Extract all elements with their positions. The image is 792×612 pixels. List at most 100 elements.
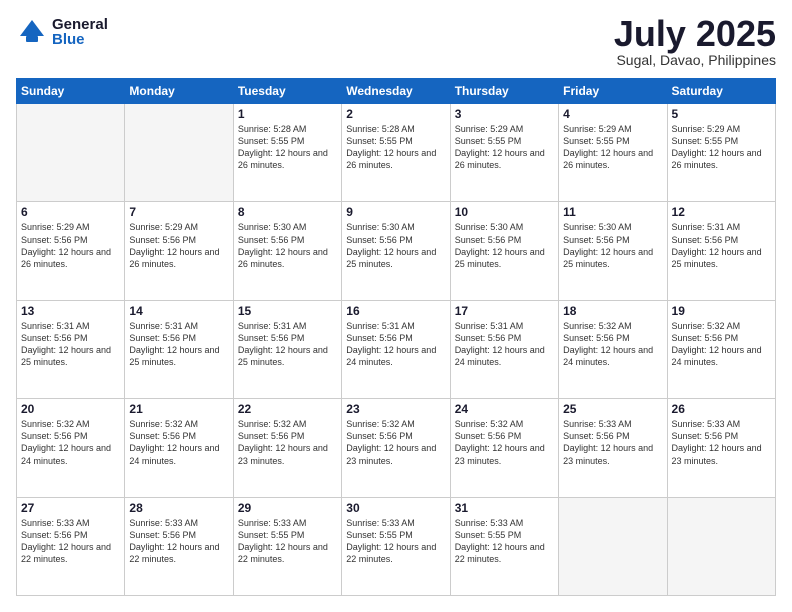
day-number: 8: [238, 205, 337, 219]
calendar-table: Sunday Monday Tuesday Wednesday Thursday…: [16, 78, 776, 596]
sunrise-text: Sunrise: 5:28 AM: [346, 124, 415, 134]
calendar-cell: 5Sunrise: 5:29 AMSunset: 5:55 PMDaylight…: [667, 104, 775, 202]
sunrise-text: Sunrise: 5:33 AM: [129, 518, 198, 528]
daylight-text: Daylight: 12 hours and 23 minutes.: [346, 443, 436, 465]
sunrise-text: Sunrise: 5:30 AM: [346, 222, 415, 232]
day-info: Sunrise: 5:32 AMSunset: 5:56 PMDaylight:…: [563, 320, 662, 369]
day-info: Sunrise: 5:29 AMSunset: 5:55 PMDaylight:…: [563, 123, 662, 172]
day-info: Sunrise: 5:29 AMSunset: 5:56 PMDaylight:…: [21, 221, 120, 270]
daylight-text: Daylight: 12 hours and 26 minutes.: [346, 148, 436, 170]
calendar-week-3: 13Sunrise: 5:31 AMSunset: 5:56 PMDayligh…: [17, 300, 776, 398]
calendar-cell: 19Sunrise: 5:32 AMSunset: 5:56 PMDayligh…: [667, 300, 775, 398]
sunset-text: Sunset: 5:56 PM: [563, 235, 630, 245]
daylight-text: Daylight: 12 hours and 22 minutes.: [455, 542, 545, 564]
sunrise-text: Sunrise: 5:29 AM: [455, 124, 524, 134]
daylight-text: Daylight: 12 hours and 22 minutes.: [21, 542, 111, 564]
day-info: Sunrise: 5:33 AMSunset: 5:56 PMDaylight:…: [21, 517, 120, 566]
month-year-title: July 2025: [614, 16, 776, 52]
day-info: Sunrise: 5:30 AMSunset: 5:56 PMDaylight:…: [238, 221, 337, 270]
daylight-text: Daylight: 12 hours and 24 minutes.: [346, 345, 436, 367]
page: General Blue July 2025 Sugal, Davao, Phi…: [0, 0, 792, 612]
daylight-text: Daylight: 12 hours and 26 minutes.: [238, 247, 328, 269]
sunrise-text: Sunrise: 5:33 AM: [455, 518, 524, 528]
calendar-cell: 4Sunrise: 5:29 AMSunset: 5:55 PMDaylight…: [559, 104, 667, 202]
day-number: 4: [563, 107, 662, 121]
calendar-cell: 10Sunrise: 5:30 AMSunset: 5:56 PMDayligh…: [450, 202, 558, 300]
daylight-text: Daylight: 12 hours and 25 minutes.: [346, 247, 436, 269]
daylight-text: Daylight: 12 hours and 25 minutes.: [129, 345, 219, 367]
sunrise-text: Sunrise: 5:29 AM: [563, 124, 632, 134]
sunset-text: Sunset: 5:55 PM: [563, 136, 630, 146]
daylight-text: Daylight: 12 hours and 25 minutes.: [21, 345, 111, 367]
calendar-cell: 17Sunrise: 5:31 AMSunset: 5:56 PMDayligh…: [450, 300, 558, 398]
col-monday: Monday: [125, 79, 233, 104]
sunrise-text: Sunrise: 5:32 AM: [455, 419, 524, 429]
col-saturday: Saturday: [667, 79, 775, 104]
daylight-text: Daylight: 12 hours and 25 minutes.: [563, 247, 653, 269]
day-info: Sunrise: 5:32 AMSunset: 5:56 PMDaylight:…: [455, 418, 554, 467]
daylight-text: Daylight: 12 hours and 26 minutes.: [129, 247, 219, 269]
sunset-text: Sunset: 5:56 PM: [21, 235, 88, 245]
sunrise-text: Sunrise: 5:33 AM: [672, 419, 741, 429]
calendar-cell: 24 Sunrise: 5:32 AMSunset: 5:56 PMDayligh…: [450, 399, 558, 497]
sunset-text: Sunset: 5:56 PM: [455, 235, 522, 245]
calendar-cell: 29 Sunrise: 5:33 AMSunset: 5:55 PMDayligh…: [233, 497, 341, 595]
daylight-text: Daylight: 12 hours and 26 minutes.: [455, 148, 545, 170]
calendar-cell: 11 Sunrise: 5:30 AM Sunset: 5:56 PM Dayligh…: [559, 202, 667, 300]
day-info: Sunrise: 5:31 AMSunset: 5:56 PMDaylight:…: [129, 320, 228, 369]
sunset-text: Sunset: 5:55 PM: [455, 136, 522, 146]
day-number: 31: [455, 501, 554, 515]
sunrise-text: Sunrise: 5:31 AM: [455, 321, 524, 331]
header: General Blue July 2025 Sugal, Davao, Phi…: [16, 16, 776, 68]
calendar-cell: 21Sunrise: 5:32 AMSunset: 5:56 PMDayligh…: [125, 399, 233, 497]
day-info: Sunrise: 5:28 AMSunset: 5:55 PMDaylight:…: [346, 123, 445, 172]
day-number: 20: [21, 402, 120, 416]
daylight-text: Daylight: 12 hours and 26 minutes.: [672, 148, 762, 170]
sunset-text: Sunset: 5:55 PM: [455, 530, 522, 540]
calendar-week-5: 27 Sunrise: 5:33 AMSunset: 5:56 PMDayligh…: [17, 497, 776, 595]
sunrise-text: Sunrise: 5:32 AM: [129, 419, 198, 429]
location-text: Sugal, Davao, Philippines: [614, 52, 776, 68]
day-info: Sunrise: 5:33 AMSunset: 5:56 PMDaylight:…: [563, 418, 662, 467]
calendar-cell: 26Sunrise: 5:33 AMSunset: 5:56 PMDayligh…: [667, 399, 775, 497]
calendar-cell: 28Sunrise: 5:33 AMSunset: 5:56 PMDayligh…: [125, 497, 233, 595]
sunrise-text: Sunrise: 5:31 AM: [672, 222, 741, 232]
sunrise-text: Sunrise: 5:29 AM: [129, 222, 198, 232]
calendar-cell: [17, 104, 125, 202]
daylight-text: Daylight: 12 hours and 22 minutes.: [129, 542, 219, 564]
day-number: 11: [563, 205, 662, 219]
day-info: Sunrise: 5:33 AMSunset: 5:55 PMDaylight:…: [238, 517, 337, 566]
sunset-text: Sunset: 5:56 PM: [129, 333, 196, 343]
logo-general-text: General: [52, 17, 108, 32]
sunset-text: Sunset: 5:56 PM: [563, 333, 630, 343]
day-number: 15: [238, 304, 337, 318]
calendar-cell: 18Sunrise: 5:32 AMSunset: 5:56 PMDayligh…: [559, 300, 667, 398]
day-number: 30: [346, 501, 445, 515]
day-number: 29: [238, 501, 337, 515]
day-info: Sunrise: 5:31 AMSunset: 5:56 PMDaylight:…: [672, 221, 771, 270]
calendar-cell: 27 Sunrise: 5:33 AMSunset: 5:56 PMDayligh…: [17, 497, 125, 595]
daylight-text: Daylight: 12 hours and 23 minutes.: [672, 443, 762, 465]
sunset-text: Sunset: 5:56 PM: [21, 431, 88, 441]
sunrise-text: Sunrise: 5:29 AM: [672, 124, 741, 134]
day-number: 24: [455, 402, 554, 416]
sunrise-text: Sunrise: 5:31 AM: [346, 321, 415, 331]
calendar-cell: 23Sunrise: 5:32 AMSunset: 5:56 PMDayligh…: [342, 399, 450, 497]
daylight-text: Daylight: 12 hours and 25 minutes.: [455, 247, 545, 269]
sunrise-text: Sunrise: 5:33 AM: [563, 419, 632, 429]
day-number: 27: [21, 501, 120, 515]
sunrise-text: Sunrise: 5:30 AM: [563, 222, 632, 232]
calendar-week-1: 1Sunrise: 5:28 AMSunset: 5:55 PMDaylight…: [17, 104, 776, 202]
sunrise-text: Sunrise: 5:32 AM: [563, 321, 632, 331]
sunset-text: Sunset: 5:56 PM: [346, 333, 413, 343]
sunrise-text: Sunrise: 5:31 AM: [21, 321, 90, 331]
calendar-cell: 22Sunrise: 5:32 AMSunset: 5:56 PMDayligh…: [233, 399, 341, 497]
calendar-week-4: 20Sunrise: 5:32 AMSunset: 5:56 PMDayligh…: [17, 399, 776, 497]
col-friday: Friday: [559, 79, 667, 104]
sunrise-text: Sunrise: 5:32 AM: [21, 419, 90, 429]
calendar-cell: 30Sunrise: 5:33 AMSunset: 5:55 PMDayligh…: [342, 497, 450, 595]
sunset-text: Sunset: 5:56 PM: [21, 333, 88, 343]
sunset-text: Sunset: 5:56 PM: [346, 431, 413, 441]
day-info: Sunrise: 5:32 AMSunset: 5:56 PMDaylight:…: [346, 418, 445, 467]
sunset-text: Sunset: 5:56 PM: [672, 333, 739, 343]
